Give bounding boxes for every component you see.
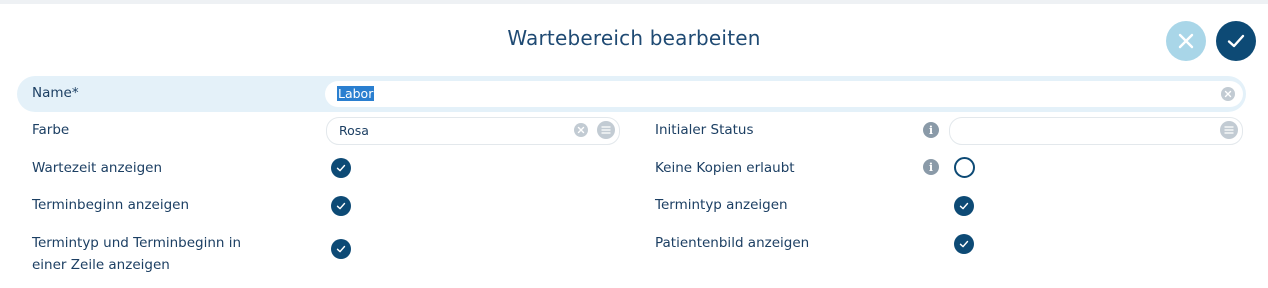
keine-kopien-label: Keine Kopien erlaubt xyxy=(655,160,795,176)
name-input[interactable] xyxy=(325,81,1243,107)
menu-icon xyxy=(1224,126,1234,134)
check-icon xyxy=(336,164,346,172)
initialer-status-select[interactable] xyxy=(949,117,1243,145)
top-divider xyxy=(0,0,1268,4)
info-icon[interactable]: i xyxy=(923,122,939,138)
check-icon xyxy=(1227,34,1245,48)
farbe-value: Rosa xyxy=(339,123,369,138)
initialer-status-label: Initialer Status xyxy=(655,122,754,138)
termintyp-terminbeginn-label-line2: einer Zeile anzeigen xyxy=(32,257,170,273)
termintyp-terminbeginn-label-line1: Termintyp und Terminbeginn in xyxy=(32,235,242,251)
patientenbild-label: Patientenbild anzeigen xyxy=(655,235,810,251)
check-icon xyxy=(336,245,346,253)
farbe-menu-button[interactable] xyxy=(597,121,615,139)
name-label: Name* xyxy=(32,85,79,101)
clear-icon xyxy=(577,126,585,134)
dialog-title: Wartebereich bearbeiten xyxy=(507,26,761,50)
check-icon xyxy=(336,202,346,210)
name-input-value[interactable]: Labor xyxy=(337,86,375,101)
close-icon xyxy=(1178,33,1194,49)
clear-icon xyxy=(1224,90,1232,98)
confirm-button[interactable] xyxy=(1216,21,1256,61)
initialer-status-menu-button[interactable] xyxy=(1220,121,1238,139)
keine-kopien-checkbox[interactable] xyxy=(954,157,975,178)
wartezeit-checkbox[interactable] xyxy=(331,158,351,178)
wartezeit-label: Wartezeit anzeigen xyxy=(32,160,163,176)
check-icon xyxy=(959,202,969,210)
menu-icon xyxy=(601,126,611,134)
info-icon[interactable]: i xyxy=(923,159,939,175)
patientenbild-checkbox[interactable] xyxy=(954,234,974,254)
cancel-button[interactable] xyxy=(1166,21,1206,61)
termintyp-terminbeginn-checkbox[interactable] xyxy=(331,239,351,259)
name-clear-button[interactable] xyxy=(1221,87,1235,101)
termintyp-checkbox[interactable] xyxy=(954,196,974,216)
check-icon xyxy=(959,240,969,248)
termintyp-label: Termintyp anzeigen xyxy=(655,197,788,213)
terminbeginn-checkbox[interactable] xyxy=(331,196,351,216)
farbe-clear-button[interactable] xyxy=(574,123,588,137)
farbe-label: Farbe xyxy=(32,122,70,138)
terminbeginn-label: Terminbeginn anzeigen xyxy=(32,197,190,213)
